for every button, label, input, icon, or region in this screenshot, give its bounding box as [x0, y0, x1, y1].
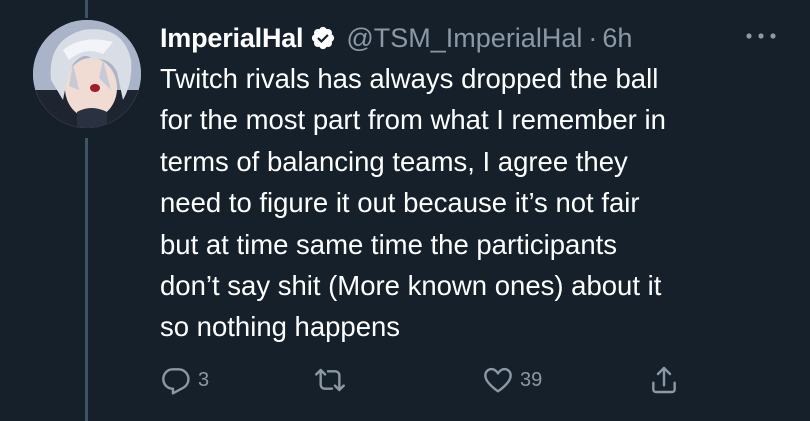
like-button[interactable]: 39 — [482, 362, 542, 398]
avatar[interactable] — [33, 20, 141, 128]
tweet-header: ImperialHal @TSM_ImperialHal · 6h — [160, 18, 632, 58]
tweet-text-line: so nothing happens — [160, 311, 401, 343]
reply-count: 3 — [198, 368, 210, 391]
user-handle[interactable]: @TSM_ImperialHal — [346, 23, 582, 54]
verified-badge-icon — [312, 26, 335, 50]
tweet-text-line: Twitch rivals has always dropped the bal… — [160, 63, 659, 94]
tweet-text-line: but at time same time the participants — [160, 228, 618, 260]
timestamp[interactable]: 6h — [602, 23, 632, 54]
retweet-button[interactable] — [314, 362, 352, 398]
share-button[interactable] — [648, 362, 680, 398]
action-bar: 3 39 — [160, 362, 760, 398]
tweet-text-line: for the most part from what I remember i… — [160, 104, 666, 136]
heart-icon — [484, 367, 512, 393]
tweet-text-line: don’t say shit (More known ones) about i… — [160, 270, 662, 302]
tweet-text: Twitch rivals has always dropped the bal… — [160, 58, 780, 348]
like-count: 39 — [520, 368, 543, 391]
thread-line-top — [85, 0, 88, 18]
share-icon — [652, 366, 676, 394]
tweet-text-line: terms of balancing teams, I agree they — [160, 145, 628, 177]
thread-line-bottom — [85, 138, 88, 421]
reply-icon — [162, 368, 190, 395]
separator-dot: · — [588, 22, 598, 53]
retweet-icon — [315, 368, 345, 392]
tweet-text-line: need to figure it out because it’s not f… — [160, 187, 640, 219]
display-name[interactable]: ImperialHal — [160, 23, 304, 54]
avatar-image — [33, 20, 141, 128]
more-dots-icon[interactable] — [744, 28, 778, 44]
reply-button[interactable]: 3 — [160, 362, 209, 398]
